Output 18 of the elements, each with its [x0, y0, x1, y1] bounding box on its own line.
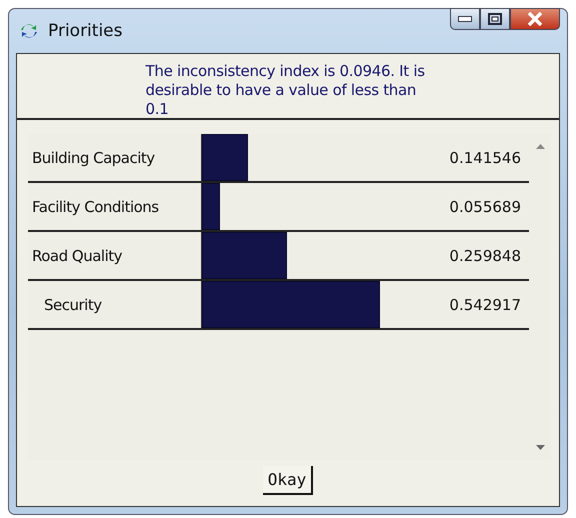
consistency-message: The inconsistency index is 0.0946. It is desirable to have a value of less than 0.1 — [146, 62, 426, 118]
priority-value: 0.542917 — [451, 294, 522, 316]
minimize-icon — [458, 16, 472, 22]
refresh-icon — [20, 22, 38, 40]
priority-value: 0.259848 — [451, 246, 522, 266]
window-title: Priorities — [48, 21, 122, 41]
priority-bar — [202, 134, 248, 181]
scroll-down-icon[interactable] — [536, 445, 544, 450]
priority-value: 0.055689 — [451, 196, 522, 218]
priority-bar — [202, 183, 220, 230]
okay-button[interactable]: Okay — [262, 466, 314, 495]
scroll-up-icon[interactable] — [536, 144, 544, 149]
close-icon — [527, 12, 543, 26]
maximize-button[interactable] — [480, 8, 510, 30]
close-button[interactable] — [510, 8, 560, 30]
minimize-button[interactable] — [450, 8, 480, 30]
priority-value: 0.141546 — [451, 148, 522, 168]
maximize-icon — [488, 13, 502, 25]
